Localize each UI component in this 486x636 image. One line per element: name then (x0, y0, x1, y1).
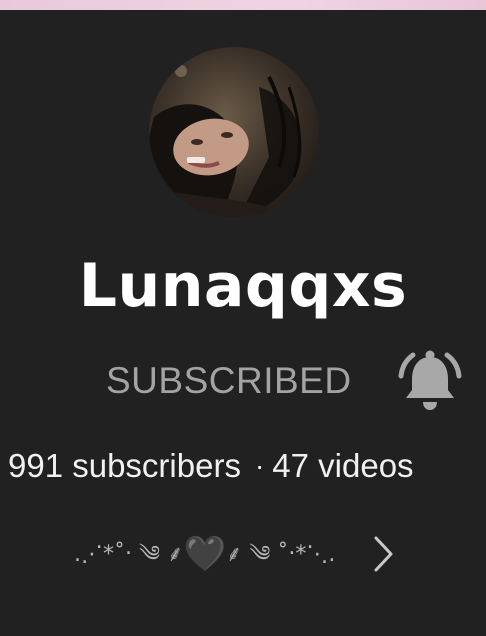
subscriber-count: 991 subscribers (8, 447, 241, 484)
top-strip (0, 0, 486, 10)
channel-avatar[interactable] (149, 47, 319, 217)
notification-bell-button[interactable] (397, 346, 463, 414)
description-right: ⸙ ༄ ˚‧*⋱. (225, 542, 336, 567)
channel-name: Lunaqqxs (78, 251, 408, 321)
bell-icon (398, 350, 462, 410)
video-count: 47 videos (272, 447, 414, 484)
channel-stats: 991 subscribers · 47 videos (8, 446, 414, 486)
channel-description: .⋰*˚‧ ༄ ⸙🖤⸙ ༄ ˚‧*⋱. (74, 530, 335, 578)
black-heart-emoji: 🖤 (183, 534, 226, 574)
chevron-right-icon[interactable] (368, 534, 398, 574)
stats-separator: · (254, 450, 265, 481)
description-left: .⋰*˚‧ ༄ ⸙ (74, 542, 184, 567)
subscribed-button[interactable]: SUBSCRIBED (106, 356, 352, 406)
avatar-image (149, 47, 319, 217)
channel-description-row[interactable]: .⋰*˚‧ ༄ ⸙🖤⸙ ༄ ˚‧*⋱. (0, 526, 486, 582)
